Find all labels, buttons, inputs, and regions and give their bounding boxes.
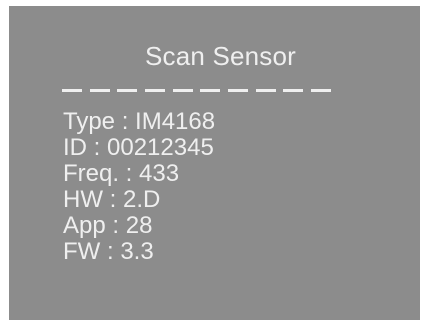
frequency-label: Freq.: [63, 160, 120, 187]
sensor-screen: Scan Sensor Type : IM4168 ID : 00212345 …: [9, 6, 420, 320]
divider-dash: [283, 88, 304, 92]
info-row-hardware: HW : 2.D: [63, 187, 215, 213]
divider-dash: [62, 88, 82, 92]
separator: :: [102, 186, 123, 213]
id-label: ID: [63, 134, 87, 161]
info-row-type: Type : IM4168: [63, 109, 215, 135]
divider-dash: [117, 88, 138, 92]
info-row-frequency: Freq. : 433: [63, 161, 215, 187]
sensor-info-list: Type : IM4168 ID : 00212345 Freq. : 433 …: [63, 109, 215, 265]
app-label: App: [63, 212, 106, 239]
separator: :: [119, 160, 140, 187]
divider-dash: [255, 88, 276, 92]
info-row-id: ID : 00212345: [63, 135, 215, 161]
title-divider: [62, 85, 331, 95]
type-value: IM4168: [135, 108, 216, 135]
hardware-label: HW: [63, 186, 103, 213]
firmware-label: FW: [63, 238, 101, 265]
hardware-value: 2.D: [123, 186, 161, 213]
divider-dash: [227, 88, 248, 92]
divider-dash: [144, 88, 165, 92]
type-label: Type: [63, 108, 116, 135]
id-value: 00212345: [107, 134, 214, 161]
separator: :: [105, 212, 126, 239]
info-row-app: App : 28: [63, 213, 215, 239]
separator: :: [87, 134, 108, 161]
divider-dash: [200, 88, 221, 92]
app-value: 28: [125, 212, 153, 239]
divider-dash: [172, 88, 193, 92]
screen-title: Scan Sensor: [144, 41, 297, 71]
info-row-firmware: FW : 3.3: [63, 239, 215, 265]
divider-dash: [310, 88, 331, 92]
frequency-value: 433: [139, 160, 180, 187]
separator: :: [115, 108, 136, 135]
firmware-value: 3.3: [120, 238, 154, 265]
divider-dash: [89, 88, 110, 92]
separator: :: [100, 238, 121, 265]
